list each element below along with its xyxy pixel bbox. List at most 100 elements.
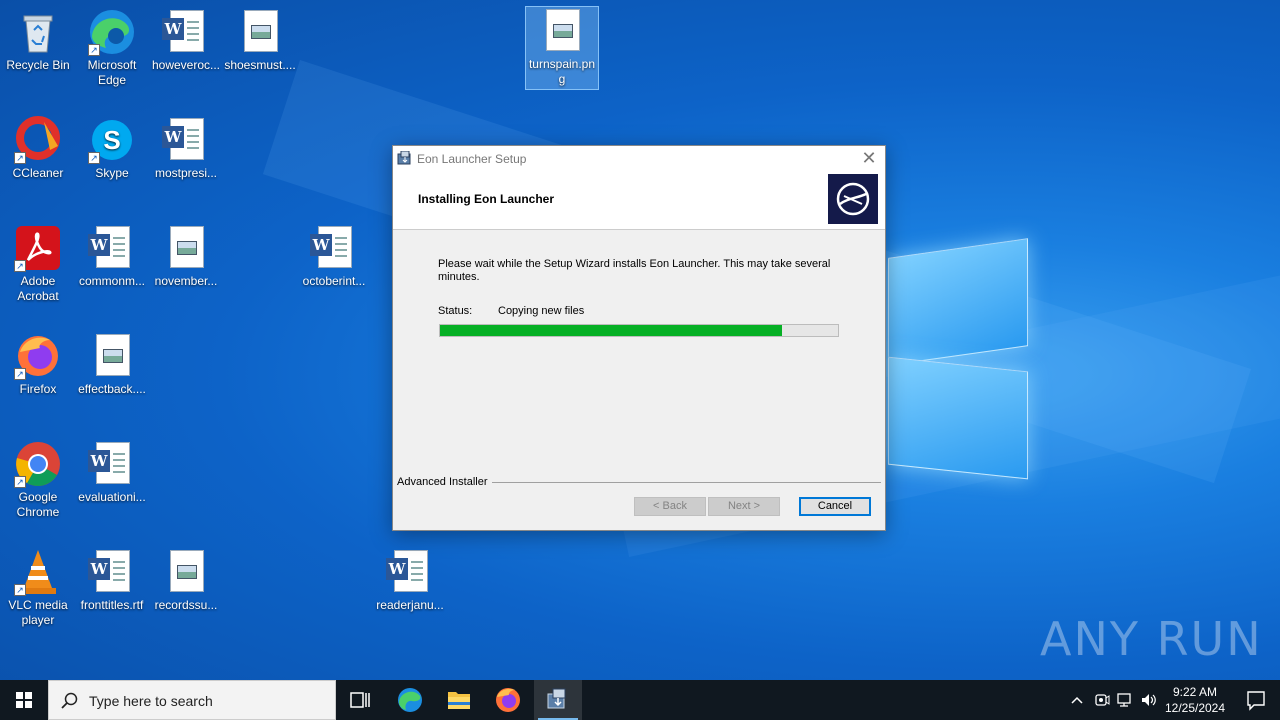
desktop-icon-turnspain[interactable]: turnspain.png xyxy=(525,6,599,90)
desktop-icon-label: VLC media player xyxy=(8,598,68,627)
desktop-icon-label: Google Chrome xyxy=(16,490,60,519)
image-file-icon xyxy=(162,548,210,596)
image-file-icon xyxy=(88,332,136,380)
installer-icon xyxy=(547,688,566,709)
desktop-icon-label: octoberint... xyxy=(302,274,366,288)
edge-icon xyxy=(398,688,422,712)
desktop-icon-microsoft-edge[interactable]: ↗ Microsoft Edge xyxy=(74,8,150,88)
desktop-icon-label: Firefox xyxy=(19,382,57,396)
edge-icon: ↗ xyxy=(88,8,136,56)
desktop-icon-label: mostpresi... xyxy=(154,166,217,180)
chrome-icon: ↗ xyxy=(14,440,62,488)
desktop-icon-label: howeveroc... xyxy=(151,58,221,72)
dialog-header-title: Installing Eon Launcher xyxy=(418,192,555,206)
install-progress-bar xyxy=(439,324,839,337)
firefox-icon: ↗ xyxy=(14,332,62,380)
word-document-icon: W xyxy=(88,548,136,596)
taskbar: Type here to search 9:22 AM 12/25/2024 xyxy=(0,680,1280,720)
desktop-icon-howeveroc[interactable]: W howeveroc... xyxy=(148,8,224,73)
desktop-icon-vlc[interactable]: ↗ VLC media player xyxy=(0,548,76,628)
folder-icon xyxy=(448,692,470,709)
search-icon xyxy=(61,692,78,709)
taskbar-clock[interactable]: 9:22 AM 12/25/2024 xyxy=(1160,684,1230,716)
desktop-icon-label: turnspain.png xyxy=(528,57,596,86)
task-view-button[interactable] xyxy=(336,680,384,720)
start-button[interactable] xyxy=(0,680,48,720)
status-label: Status: xyxy=(438,305,473,317)
cancel-button[interactable]: Cancel xyxy=(799,497,871,516)
desktop-icon-recycle-bin[interactable]: Recycle Bin xyxy=(0,8,76,73)
skype-icon: S ↗ xyxy=(88,116,136,164)
taskbar-firefox-button[interactable] xyxy=(484,680,532,720)
desktop-icon-octoberint[interactable]: W octoberint... xyxy=(296,224,372,289)
advanced-installer-brand: Advanced Installer xyxy=(397,476,492,488)
shortcut-arrow-icon: ↗ xyxy=(14,584,26,596)
desktop-icon-firefox[interactable]: ↗ Firefox xyxy=(0,332,76,397)
desktop-icon-mostpresi[interactable]: W mostpresi... xyxy=(148,116,224,181)
notification-icon xyxy=(1247,691,1265,711)
network-icon[interactable] xyxy=(1116,692,1134,708)
desktop-icon-recordssu[interactable]: recordssu... xyxy=(148,548,224,613)
word-document-icon: W xyxy=(88,440,136,488)
desktop-icon-adobe-acrobat[interactable]: ↗ Adobe Acrobat xyxy=(0,224,76,304)
word-document-icon: W xyxy=(88,224,136,272)
image-file-icon xyxy=(162,224,210,272)
desktop-icon-label: Microsoft Edge xyxy=(87,58,137,87)
dialog-titlebar[interactable]: Eon Launcher Setup ✕ xyxy=(393,146,885,171)
desktop-icon-readerjanu[interactable]: W readerjanu... xyxy=(372,548,448,613)
desktop-icon-label: november... xyxy=(154,274,218,288)
anyrun-watermark: ANY RUN xyxy=(1040,612,1263,666)
taskbar-installer-button[interactable] xyxy=(534,680,582,720)
back-button[interactable]: < Back xyxy=(634,497,706,516)
windows-logo-wallpaper xyxy=(880,238,1030,480)
clock-date: 12/25/2024 xyxy=(1164,701,1226,715)
ccleaner-icon: ↗ xyxy=(14,116,62,164)
desktop-icon-skype[interactable]: S ↗ Skype xyxy=(74,116,150,181)
desktop-icon-label: fronttitles.rtf xyxy=(80,598,144,612)
shortcut-arrow-icon: ↗ xyxy=(14,368,26,380)
adobe-acrobat-icon: ↗ xyxy=(14,224,62,272)
desktop-icon-evaluationi[interactable]: W evaluationi... xyxy=(74,440,150,505)
windows-start-icon xyxy=(16,692,32,708)
desktop-icon-label: Skype xyxy=(95,166,129,180)
action-center-button[interactable] xyxy=(1232,680,1280,720)
firefox-icon xyxy=(496,688,520,712)
chevron-up-icon[interactable] xyxy=(1070,693,1084,707)
shortcut-arrow-icon: ↗ xyxy=(14,260,26,272)
volume-icon[interactable] xyxy=(1140,692,1158,708)
desktop-icon-label: shoesmust.... xyxy=(224,58,296,72)
installer-app-icon xyxy=(397,150,413,165)
image-file-icon xyxy=(236,8,284,56)
brand-separator: Advanced Installer xyxy=(397,476,881,488)
word-document-icon: W xyxy=(386,548,434,596)
desktop-icon-effectback[interactable]: effectback.... xyxy=(74,332,150,397)
next-button[interactable]: Next > xyxy=(708,497,780,516)
progress-fill xyxy=(440,325,783,336)
taskbar-file-explorer-button[interactable] xyxy=(435,680,483,720)
word-document-icon: W xyxy=(162,8,210,56)
desktop-icon-label: effectback.... xyxy=(78,382,146,396)
status-value: Copying new files xyxy=(498,305,585,317)
desktop-icon-fronttitles[interactable]: W fronttitles.rtf xyxy=(74,548,150,613)
desktop-icon-commonm[interactable]: W commonm... xyxy=(74,224,150,289)
desktop-icon-label: CCleaner xyxy=(12,166,64,180)
desktop-icon-label: evaluationi... xyxy=(78,490,146,504)
close-icon[interactable]: ✕ xyxy=(859,148,879,168)
desktop-icon-label: commonm... xyxy=(78,274,145,288)
desktop-icon-label: Adobe Acrobat xyxy=(17,274,59,303)
search-placeholder: Type here to search xyxy=(89,693,213,709)
shortcut-arrow-icon: ↗ xyxy=(14,152,26,164)
desktop-icon-shoesmust[interactable]: shoesmust.... xyxy=(222,8,298,73)
image-file-icon xyxy=(538,7,586,55)
desktop: Recycle Bin ↗ CCleaner ↗ Adobe Acrobat ↗… xyxy=(0,0,1280,680)
system-tray xyxy=(1066,680,1160,720)
eon-launcher-logo xyxy=(828,174,878,224)
desktop-icon-google-chrome[interactable]: ↗ Google Chrome xyxy=(0,440,76,520)
desktop-icon-ccleaner[interactable]: ↗ CCleaner xyxy=(0,116,76,181)
shortcut-arrow-icon: ↗ xyxy=(88,44,100,56)
taskbar-edge-button[interactable] xyxy=(386,680,434,720)
vlc-cone-icon: ↗ xyxy=(14,548,62,596)
desktop-icon-november[interactable]: november... xyxy=(148,224,224,289)
meet-now-icon[interactable] xyxy=(1094,692,1110,708)
taskbar-search-box[interactable]: Type here to search xyxy=(48,680,336,720)
